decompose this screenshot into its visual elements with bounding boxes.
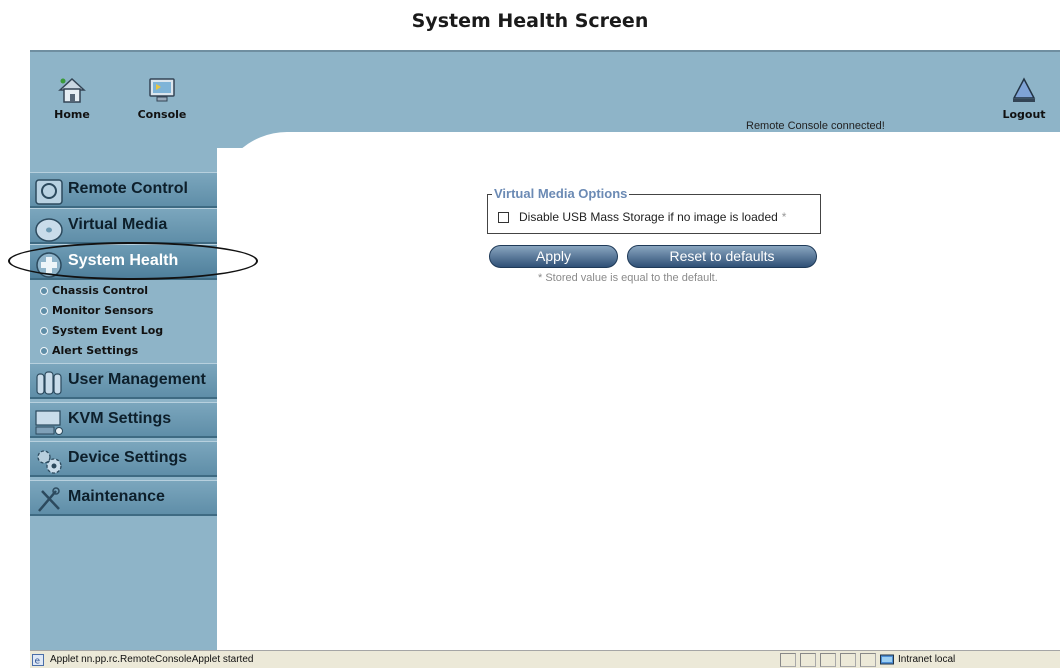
submenu-chassis-control[interactable]: Chassis Control [30, 281, 217, 301]
menu-label: Remote Control [68, 180, 188, 197]
menu-system-health[interactable]: System Health [30, 244, 217, 280]
kvm-icon [35, 410, 63, 435]
bullet-icon [40, 347, 48, 355]
menu-label: System Health [68, 252, 179, 269]
menu-label: Virtual Media [68, 216, 168, 233]
browser-statusbar: e Applet nn.pp.rc.RemoteConsoleApplet st… [30, 650, 1060, 668]
statusbar-panel [800, 653, 816, 667]
submenu-monitor-sensors[interactable]: Monitor Sensors [30, 301, 217, 321]
page-title: System Health Screen [411, 10, 649, 32]
menu-device-settings[interactable]: Device Settings [30, 441, 217, 477]
disable-usb-checkbox[interactable] [498, 211, 509, 223]
apply-button[interactable]: Apply [489, 245, 618, 268]
console-button[interactable]: Console [130, 76, 194, 121]
gears-icon [37, 450, 62, 474]
menu-remote-control[interactable]: Remote Control [30, 172, 217, 208]
default-footnote: * Stored value is equal to the default. [538, 272, 718, 284]
submenu-system-event-log[interactable]: System Event Log [30, 321, 217, 341]
bullet-icon [40, 287, 48, 295]
logout-button[interactable]: Logout [992, 76, 1056, 121]
menu-user-management[interactable]: User Management [30, 363, 217, 399]
statusbar-panel [840, 653, 856, 667]
default-marker: * [781, 210, 787, 224]
bullet-icon [40, 327, 48, 335]
menu-label: KVM Settings [68, 410, 172, 427]
menu-kvm-settings[interactable]: KVM Settings [30, 402, 217, 438]
checkbox-label: Disable USB Mass Storage if no image is … [519, 210, 778, 224]
system-health-submenu: Chassis Control Monitor Sensors System E… [30, 281, 217, 361]
submenu-label: System Event Log [52, 324, 164, 337]
statusbar-panel [780, 653, 796, 667]
home-button[interactable]: Home [40, 76, 104, 121]
menu-label: Device Settings [68, 449, 188, 466]
menu-maintenance[interactable]: Maintenance [30, 480, 217, 516]
reset-to-defaults-button[interactable]: Reset to defaults [627, 245, 817, 268]
menu-label: Maintenance [68, 488, 165, 505]
connection-status: Remote Console connected! [746, 120, 885, 132]
applet-icon: e [32, 654, 44, 666]
security-zone-label: Intranet local [898, 654, 956, 665]
submenu-alert-settings[interactable]: Alert Settings [30, 341, 217, 361]
browser-window: Home Console Logout Remote Console conne… [30, 50, 1060, 668]
statusbar-panel [820, 653, 836, 667]
intranet-zone-icon [880, 654, 894, 665]
home-icon [58, 77, 86, 103]
console-icon [149, 78, 175, 102]
statusbar-panel [860, 653, 876, 667]
health-cross-icon [36, 252, 62, 278]
menu-label: User Management [68, 371, 206, 388]
bullet-icon [40, 307, 48, 315]
disc-icon [35, 218, 63, 242]
logout-icon [1012, 77, 1036, 102]
svg-text:e: e [35, 657, 41, 667]
home-label: Home [54, 108, 90, 121]
logout-label: Logout [1002, 108, 1046, 121]
submenu-label: Alert Settings [52, 344, 139, 357]
submenu-label: Chassis Control [52, 284, 149, 297]
option-row: Disable USB Mass Storage if no image is … [498, 210, 786, 224]
submenu-label: Monitor Sensors [52, 304, 154, 317]
monitor-icon [35, 179, 63, 205]
menu-virtual-media[interactable]: Virtual Media [30, 208, 217, 244]
console-label: Console [137, 108, 187, 121]
tools-icon [38, 487, 60, 512]
fieldset-legend: Virtual Media Options [492, 186, 630, 201]
statusbar-text: Applet nn.pp.rc.RemoteConsoleApplet star… [50, 654, 254, 665]
users-icon [36, 371, 62, 395]
virtual-media-options-fieldset: Virtual Media Options Disable USB Mass S… [487, 186, 821, 234]
